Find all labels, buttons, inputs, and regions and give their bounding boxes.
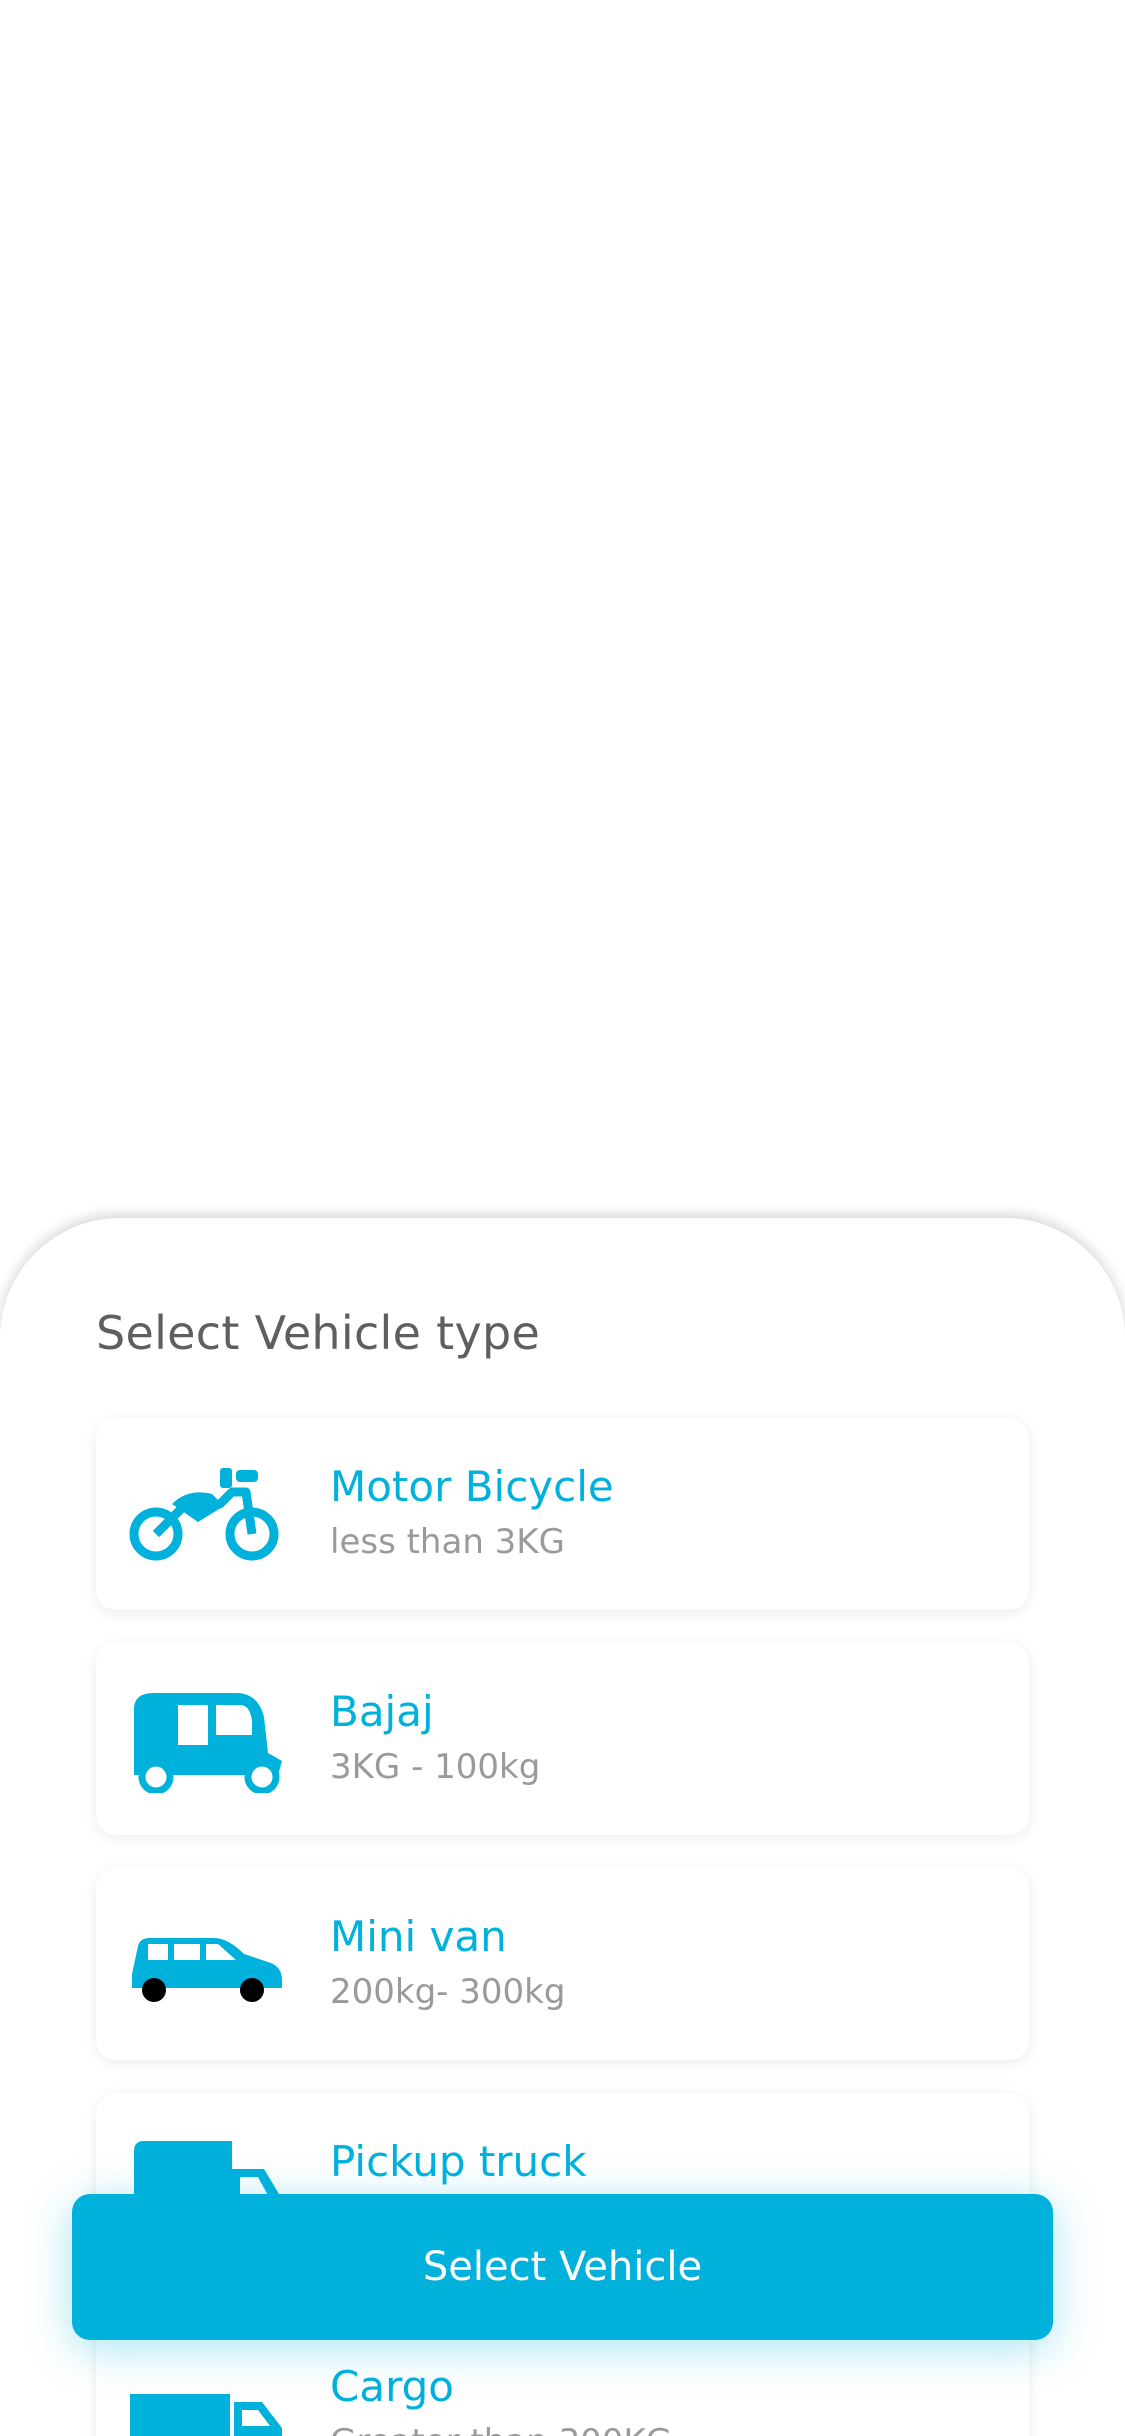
vehicle-name: Motor Bicycle	[330, 1462, 614, 1511]
screen: Select Vehicle type Motor Bicycle less t…	[0, 0, 1125, 2436]
vehicle-card-mini-van[interactable]: Mini van 200kg- 300kg	[96, 1868, 1029, 2060]
vehicle-name: Mini van	[330, 1912, 507, 1961]
select-vehicle-button[interactable]: Select Vehicle	[72, 2194, 1053, 2340]
vehicle-name: Pickup truck	[330, 2137, 587, 2186]
vehicle-weight: 200kg- 300kg	[330, 1972, 566, 2012]
vehicle-weight: 3KG - 100kg	[330, 1747, 541, 1787]
auto-rickshaw-icon	[128, 1689, 282, 1793]
sheet-title: Select Vehicle type	[96, 1306, 541, 1360]
vehicle-card-motor-bicycle[interactable]: Motor Bicycle less than 3KG	[96, 1418, 1029, 1610]
vehicle-weight: Greater than 300KG	[330, 2422, 672, 2436]
map-area[interactable]	[0, 0, 1125, 1230]
vehicle-weight: less than 3KG	[330, 1522, 565, 1562]
vehicle-name: Bajaj	[330, 1687, 434, 1736]
vehicle-card-bajaj[interactable]: Bajaj 3KG - 100kg	[96, 1643, 1029, 1835]
vehicle-name: Cargo	[330, 2362, 454, 2411]
motorcycle-icon	[128, 1464, 282, 1568]
minivan-icon	[128, 1914, 282, 2018]
cargo-truck-icon	[128, 2364, 282, 2436]
